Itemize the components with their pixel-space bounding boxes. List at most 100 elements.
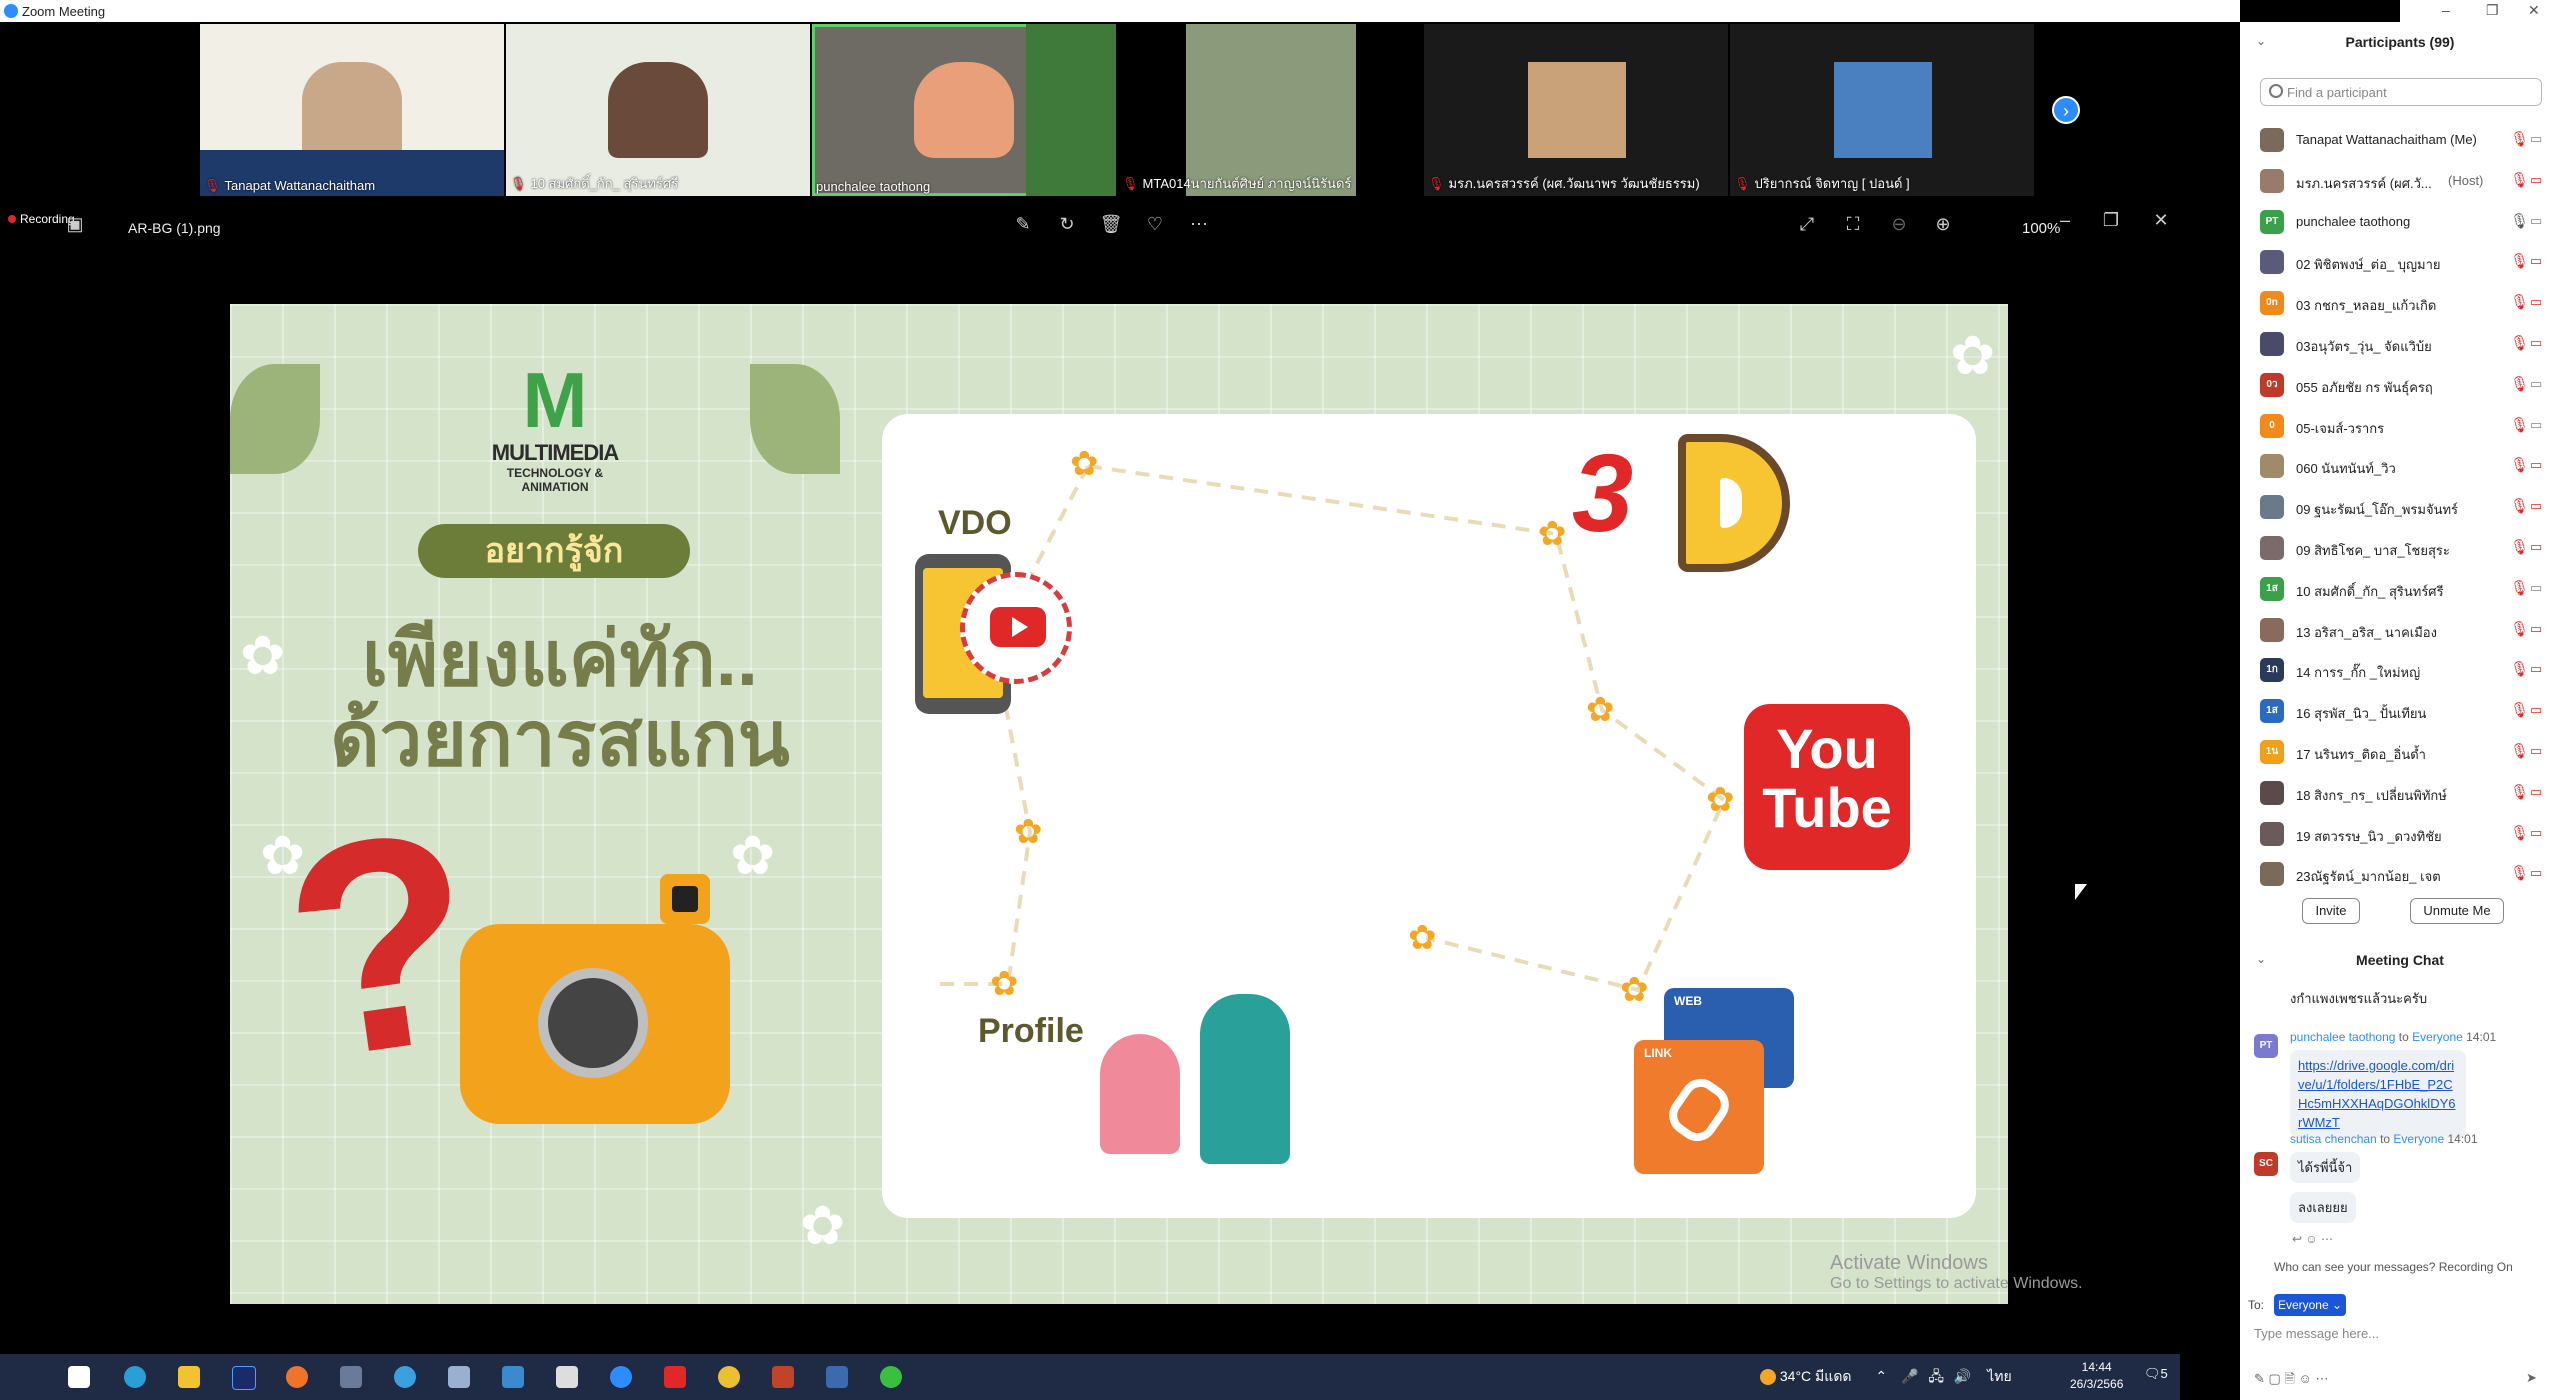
video-off-icon[interactable]: ▭ (2530, 335, 2542, 351)
video-off-icon[interactable]: ▭ (2530, 253, 2542, 269)
invite-button[interactable]: Invite (2302, 898, 2360, 924)
chat-link[interactable]: https://drive.google.com/drive/u/1/folde… (2298, 1058, 2456, 1130)
participant-row[interactable]: 09 สิทธิโชค_ บาส_โชยสุระ 🎙 ▭ (2260, 528, 2550, 568)
video-off-icon[interactable]: ▭ (2530, 661, 2542, 677)
video-off-icon[interactable]: ▭ (2530, 702, 2542, 718)
firefox-icon[interactable] (286, 1366, 308, 1388)
close-icon[interactable]: ✕ (2528, 2, 2540, 19)
start-icon[interactable] (68, 1366, 90, 1388)
chat-recipient-dropdown[interactable]: Everyone ⌄ (2274, 1294, 2346, 1316)
participant-row[interactable]: 0ว 055 อภัยชัย กร พันธุ์ครฤ 🎙 ▭ (2260, 365, 2550, 405)
mic-muted-icon[interactable]: 🎙 (2510, 375, 2529, 393)
participant-row[interactable]: 1ส 16 สุรพัส_นิว_ ปั้นเทียน 🎙 ▭ (2260, 691, 2550, 731)
video-off-icon[interactable]: ▭ (2530, 784, 2542, 800)
language-indicator[interactable]: ไทย (1987, 1368, 2011, 1384)
video-off-icon[interactable]: ▭ (2530, 865, 2542, 881)
powerpoint-icon[interactable] (772, 1366, 794, 1388)
participant-search-input[interactable]: Find a participant (2260, 78, 2542, 106)
participant-row[interactable]: 23ณัฐรัตน์_มากน้อย_ เจต 🎙 ▭ (2260, 854, 2550, 894)
favorite-icon[interactable]: ♡ (1142, 214, 1168, 235)
calculator-icon[interactable] (556, 1366, 578, 1388)
more-icon[interactable]: ⋯ (2321, 1232, 2333, 1246)
zoom-out-icon[interactable]: ⊖ (1886, 214, 1912, 235)
rotate-icon[interactable]: ↻ (1054, 214, 1080, 235)
format-icon[interactable]: ✎ (2254, 1371, 2265, 1386)
delete-icon[interactable]: 🗑 (1098, 214, 1124, 235)
chat-visibility-note[interactable]: Who can see your messages? Recording On (2274, 1260, 2513, 1274)
send-icon[interactable]: ➤ (2526, 1370, 2537, 1386)
notification-icon[interactable]: 🗨5 (2144, 1366, 2168, 1382)
participant-row[interactable]: 19 สตวรรษ_นิว _ดวงทิชัย 🎙 ▭ (2260, 814, 2550, 854)
video-tile[interactable]: 🎙 MTA014นายกันต์ศิษย์ ภาญจน์นิรันดร์ (1118, 24, 1422, 196)
mic-muted-icon[interactable]: 🎙 (2510, 579, 2529, 597)
mic-muted-icon[interactable]: 🎙 (2510, 864, 2529, 882)
video-off-icon[interactable]: ▭ (2530, 825, 2542, 841)
mic-tray-icon[interactable]: 🎤 (1901, 1368, 1918, 1384)
participant-row[interactable]: 0 05-เจมส์-วรากร 🎙 ▭ (2260, 406, 2550, 446)
chrome-icon[interactable] (718, 1366, 740, 1388)
edge-icon[interactable] (124, 1366, 146, 1388)
viewer-minimize-icon[interactable]: – (2052, 210, 2078, 231)
video-off-icon[interactable]: ▭ (2530, 457, 2542, 473)
mic-muted-icon[interactable]: 🎙 (2510, 742, 2529, 760)
video-off-icon[interactable]: ▭ (2530, 294, 2542, 310)
participant-row[interactable]: PT punchalee taothong 🎙 ▭ (2260, 202, 2550, 242)
video-icon[interactable]: ▭ (2530, 417, 2542, 433)
mic-muted-icon[interactable]: 🎙 (2510, 824, 2529, 842)
video-tile[interactable]: 🎙 ปริยากรณ์ จิดทาญ [ ปอนด์ ] (1730, 24, 2034, 196)
participant-row[interactable]: มรภ.นครสวรรค์ (ผศ.วั... (Host) 🎙 ▭ (2260, 161, 2550, 201)
participant-row[interactable]: 060 นันทนันท์_วิว 🎙 ▭ (2260, 446, 2550, 486)
video-icon[interactable]: ▭ (2530, 213, 2542, 229)
participant-row[interactable]: 09 ฐนะรัฒน์_โอ๊ก_พรมจันทร์ 🎙 ▭ (2260, 487, 2550, 527)
photoshop-icon[interactable] (232, 1366, 256, 1390)
video-tile[interactable]: 🎙 10 สมศักดิ์_กัก_ สุรินทร์ศรี (506, 24, 810, 196)
photos-icon[interactable] (826, 1366, 848, 1388)
file-icon[interactable]: 🗎 (2284, 1371, 2294, 1386)
zoom-taskbar-icon[interactable] (610, 1366, 632, 1388)
minimize-icon[interactable]: – (2442, 2, 2450, 18)
weather-text[interactable]: 34°C มีแดด (1780, 1368, 1852, 1384)
fit-icon[interactable]: ⛶ (1840, 214, 1866, 235)
video-icon[interactable]: ▭ (2530, 131, 2542, 147)
screenshot-icon[interactable]: ▢ (2269, 1371, 2281, 1386)
zoom-in-icon[interactable]: ⊕ (1930, 214, 1956, 235)
video-tile[interactable]: 🎙 มรภ.นครสวรรค์ (ผศ.วัฒนาพร วัฒนชัยธรรม) (1424, 24, 1728, 196)
tray-chevron-icon[interactable]: ⌃ (1875, 1368, 1887, 1384)
video-off-icon[interactable]: ▭ (2530, 743, 2542, 759)
reply-icon[interactable]: ↩ (2292, 1232, 2302, 1246)
participant-row[interactable]: 1น 17 นรินทร_ติดอ_อิ่นด้ำ 🎙 ▭ (2260, 732, 2550, 772)
mic-muted-icon[interactable]: 🎙 (2510, 130, 2529, 148)
viewer-close-icon[interactable]: ✕ (2148, 210, 2174, 231)
more-icon[interactable]: ⋯ (2315, 1371, 2328, 1386)
participant-row[interactable]: 18 สิงกร_กร_ เปลี่ยนพิทักษ์ 🎙 ▭ (2260, 773, 2550, 813)
restore-icon[interactable]: ❐ (2486, 2, 2499, 19)
participant-row[interactable]: 13 อริสา_อริส_ นาคเมือง 🎙 ▭ (2260, 610, 2550, 650)
clock[interactable]: 14:44 26/3/2566 (2070, 1359, 2123, 1393)
video-off-icon[interactable]: ▭ (2530, 539, 2542, 555)
video-icon[interactable]: ▭ (2530, 376, 2542, 392)
participant-row[interactable]: 03อนุวัตร_วุ่น_ จัดแวิบ้ย 🎙 ▭ (2260, 324, 2550, 364)
mic-muted-icon[interactable]: 🎙 (2510, 701, 2529, 719)
app-icon[interactable] (448, 1366, 470, 1388)
video-off-icon[interactable]: ▭ (2530, 172, 2542, 188)
mic-muted-icon[interactable]: 🎙 (2510, 171, 2529, 189)
mic-icon[interactable]: 🎙 (2510, 212, 2529, 230)
emoji-icon[interactable]: ☺ (2299, 1371, 2312, 1386)
participant-row[interactable]: 1ก 14 การร_กั๊ก _ใหม่หญ่ 🎙 ▭ (2260, 650, 2550, 690)
viewer-restore-icon[interactable]: ❐ (2098, 210, 2124, 231)
chat-message-input[interactable]: Type message here... (2254, 1326, 2544, 1352)
mic-muted-icon[interactable]: 🎙 (2510, 334, 2529, 352)
mic-muted-icon[interactable]: 🎙 (2510, 620, 2529, 638)
video-off-icon[interactable]: ▭ (2530, 498, 2542, 514)
mic-muted-icon[interactable]: 🎙 (2510, 252, 2529, 270)
mic-muted-icon[interactable]: 🎙 (2510, 660, 2529, 678)
more-icon[interactable]: ⋯ (1186, 214, 1212, 235)
app-icon[interactable] (340, 1366, 362, 1388)
participant-row[interactable]: 02 พิชิตพงษ์_ต่อ_ บุญมาย 🎙 ▭ (2260, 242, 2550, 282)
video-off-icon[interactable]: ▭ (2530, 621, 2542, 637)
line-icon[interactable] (880, 1366, 902, 1388)
participant-row[interactable]: 0n 03 กชกร_หลอย_แก้วเกิด 🎙 ▭ (2260, 283, 2550, 323)
volume-icon[interactable]: 🔊 (1954, 1368, 1971, 1384)
video-icon[interactable]: ▭ (2530, 580, 2542, 596)
file-explorer-icon[interactable] (178, 1366, 200, 1388)
